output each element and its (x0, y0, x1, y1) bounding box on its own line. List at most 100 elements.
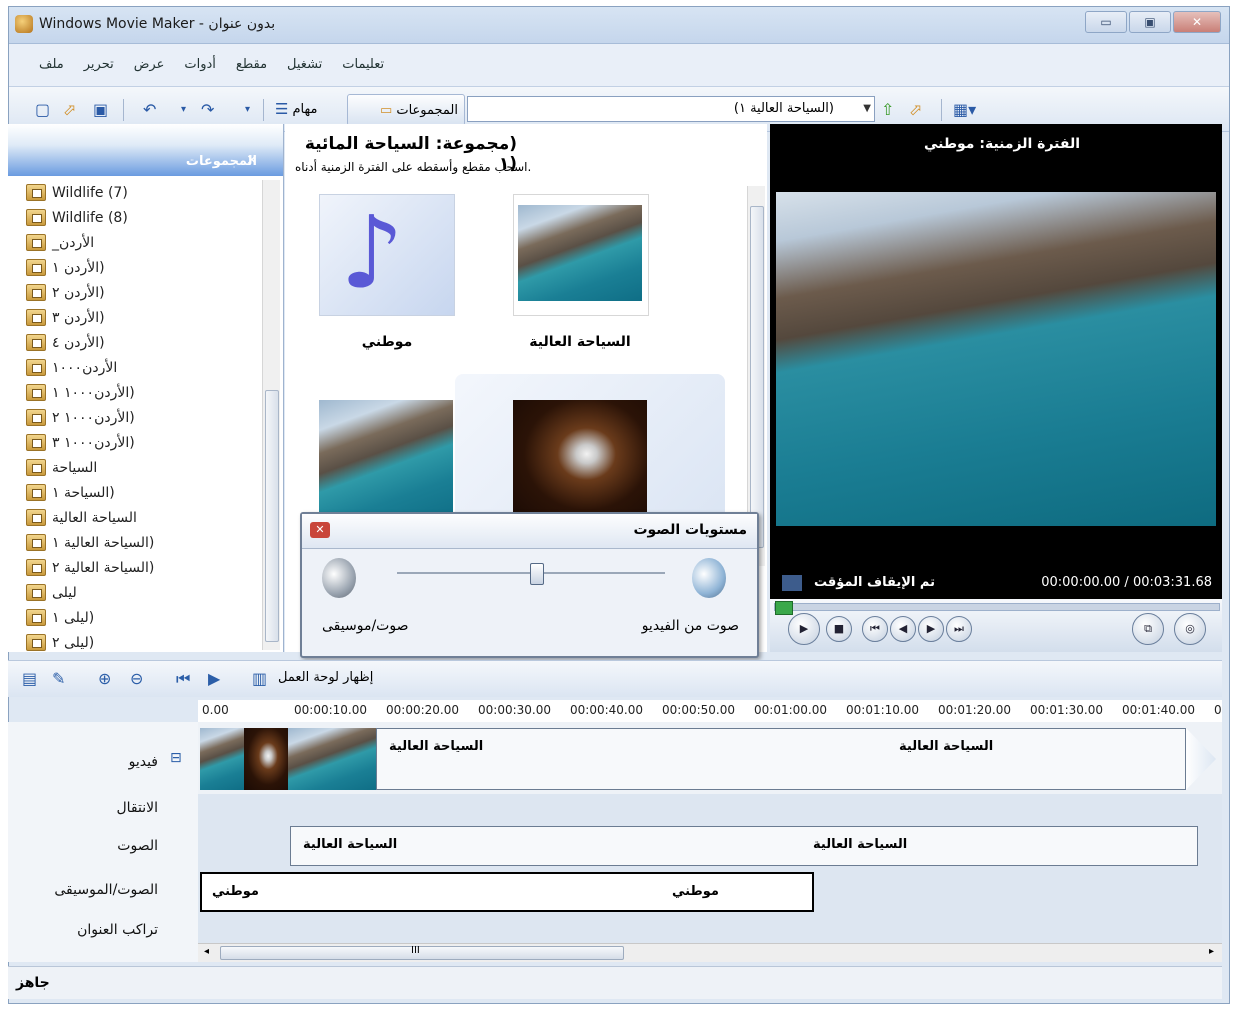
collection-item-label: (الأردن ٣ (52, 309, 105, 326)
collection-item[interactable]: الأردن١٠٠٠ (26, 355, 258, 380)
narrate-icon[interactable]: ✎ (52, 669, 65, 688)
set-audio-levels-icon[interactable]: ▤ (22, 669, 37, 688)
collection-item[interactable]: الأردن_ (26, 230, 258, 255)
music-clip[interactable]: موطني موطني (200, 872, 814, 912)
menu-file[interactable]: ملف (39, 56, 64, 74)
seek-bar[interactable] (774, 601, 1220, 615)
collection-item[interactable]: Wildlife (7) (26, 180, 258, 205)
views-icon[interactable]: ▦▾ (953, 96, 976, 122)
slider-handle[interactable] (530, 563, 544, 585)
video-clip[interactable]: السياحة العالية السياحة العالية (376, 728, 1186, 790)
close-pane-icon[interactable]: × (246, 152, 258, 168)
collection-item[interactable]: (السياحة العالية ١ (26, 530, 258, 555)
collapse-icon[interactable]: ⊟ (170, 750, 182, 766)
rewind-timeline-icon[interactable]: ⏮ (176, 669, 190, 689)
play-button[interactable]: ▶ (788, 613, 820, 645)
status-bar: جاهز (8, 966, 1222, 999)
collection-item[interactable]: السياحة (26, 455, 258, 480)
collection-item[interactable]: (ليلى ١ (26, 605, 258, 630)
zoom-out-icon[interactable]: ⊖ (130, 669, 143, 688)
track-label-title-overlay: تراكب العنوان (77, 922, 158, 938)
play-timeline-icon[interactable]: ▶ (208, 669, 220, 688)
collection-item[interactable]: (السياحة العالية ٢ (26, 555, 258, 580)
ruler-tick: 00:01:10.00 (846, 703, 919, 717)
scroll-thumb[interactable] (750, 206, 764, 548)
zoom-in-icon[interactable]: ⊕ (98, 669, 111, 688)
new-project-icon[interactable]: ▢ (35, 96, 50, 122)
audio-balance-slider[interactable] (397, 563, 665, 585)
collection-item[interactable]: (الأردن١٠٠٠ ٢ (26, 405, 258, 430)
collection-select[interactable]: (السياحة العالية ١) ▼ (467, 96, 875, 122)
contents-scrollbar[interactable] (747, 186, 765, 566)
ruler-tick: 00:00:10.00 (294, 703, 367, 717)
take-picture-button[interactable]: ◎ (1174, 613, 1206, 645)
maximize-button[interactable]: ▣ (1129, 11, 1171, 33)
chevron-down-icon: ▼ (863, 103, 871, 114)
collection-item[interactable]: (السياحة ١ (26, 480, 258, 505)
menu-tools[interactable]: أدوات (184, 56, 216, 74)
stop-button[interactable]: ■ (826, 616, 852, 642)
scroll-right-icon[interactable]: ▸ (1209, 946, 1214, 957)
ruler-tick: 00:01:20.00 (938, 703, 1011, 717)
audio-clip[interactable]: السياحة العالية السياحة العالية (290, 826, 1198, 866)
seek-handle[interactable] (775, 601, 793, 615)
menu-clip[interactable]: مقطع (236, 56, 267, 74)
collection-item[interactable]: السياحة العالية (26, 505, 258, 530)
save-project-icon[interactable]: ▣ (93, 96, 108, 122)
collection-item[interactable]: (الأردن ٢ (26, 280, 258, 305)
collection-item[interactable]: (الأردن ٤ (26, 330, 258, 355)
tasks-button[interactable]: ☰ مهام (275, 96, 317, 122)
open-project-icon[interactable]: ⬀ (63, 96, 76, 122)
collection-item[interactable]: (الأردن ٣ (26, 305, 258, 330)
menu-edit[interactable]: تحرير (84, 56, 114, 74)
collection-folder-icon (26, 209, 46, 226)
timeline-ruler[interactable]: 0.00 00:00:10.00 00:00:20.00 00:00:30.00 00:… (198, 700, 1222, 723)
menu-play[interactable]: تشغيل (287, 56, 322, 74)
collection-item[interactable]: Wildlife (8) (26, 205, 258, 230)
video-clip-thumb-2[interactable] (244, 728, 288, 790)
undo-icon[interactable]: ↶ (143, 96, 156, 122)
video-clip-thumb-3[interactable] (288, 728, 376, 790)
close-icon[interactable]: ✕ (310, 522, 330, 538)
collection-item-label: (الأردن ٤ (52, 334, 105, 351)
clip-thumbnail-2[interactable] (319, 400, 453, 520)
close-button[interactable]: ✕ (1173, 11, 1221, 33)
video-clip-label-2: السياحة العالية (899, 739, 994, 754)
collections-pane: المجموعات × Wildlife (7) Wildlife (8) الأر… (8, 124, 284, 652)
storyboard-icon[interactable]: ▥ (252, 669, 267, 688)
rewind-button[interactable]: ⏮ (862, 616, 888, 642)
scroll-left-icon[interactable]: ◂ (204, 946, 209, 957)
menu-help[interactable]: تعليمات (342, 56, 384, 74)
scroll-thumb[interactable] (265, 390, 279, 642)
redo-icon[interactable]: ↷ (201, 96, 214, 122)
timeline-scrollbar[interactable]: ◂ III ▸ (198, 943, 1222, 962)
fullscreen-icon[interactable] (782, 575, 802, 591)
video-clip-thumb-1[interactable] (200, 728, 244, 790)
collection-folder-icon (26, 459, 46, 476)
collection-folder-icon (26, 309, 46, 326)
collections-scrollbar[interactable] (262, 180, 280, 650)
minimize-button[interactable]: ▭ (1085, 11, 1127, 33)
fast-forward-button[interactable]: ⏭ (946, 616, 972, 642)
collection-item-label: (الأردن ١ (52, 259, 105, 276)
audio-thumbnail[interactable]: ♪ (319, 194, 455, 316)
collection-item[interactable]: (الأردن١٠٠٠ ٣ (26, 430, 258, 455)
collection-folder-icon (26, 509, 46, 526)
show-storyboard-button[interactable]: إظهار لوحة العمل (278, 670, 373, 685)
next-frame-button[interactable]: ▶ (918, 616, 944, 642)
collection-item[interactable]: (الأردن ١ (26, 255, 258, 280)
new-collection-folder-icon[interactable]: ⬀ (909, 96, 922, 122)
collection-item[interactable]: ليلى (26, 580, 258, 605)
redo-dropdown-icon[interactable]: ▾ (245, 96, 250, 122)
menu-view[interactable]: عرض (134, 56, 165, 74)
undo-dropdown-icon[interactable]: ▾ (181, 96, 186, 122)
up-one-level-icon[interactable]: ⇧ (881, 96, 894, 122)
collection-item[interactable]: (الأردن١٠٠٠ ١ (26, 380, 258, 405)
split-button[interactable]: ⧉ (1132, 613, 1164, 645)
clip-thumbnail-3[interactable] (513, 400, 647, 520)
collection-item[interactable]: (ليلى ٢ (26, 630, 258, 655)
previous-frame-button[interactable]: ◀ (890, 616, 916, 642)
collections-button[interactable]: المجموعات ▭ (347, 94, 465, 126)
clip-thumbnail[interactable] (513, 194, 649, 316)
scroll-thumb[interactable]: III (220, 945, 624, 960)
